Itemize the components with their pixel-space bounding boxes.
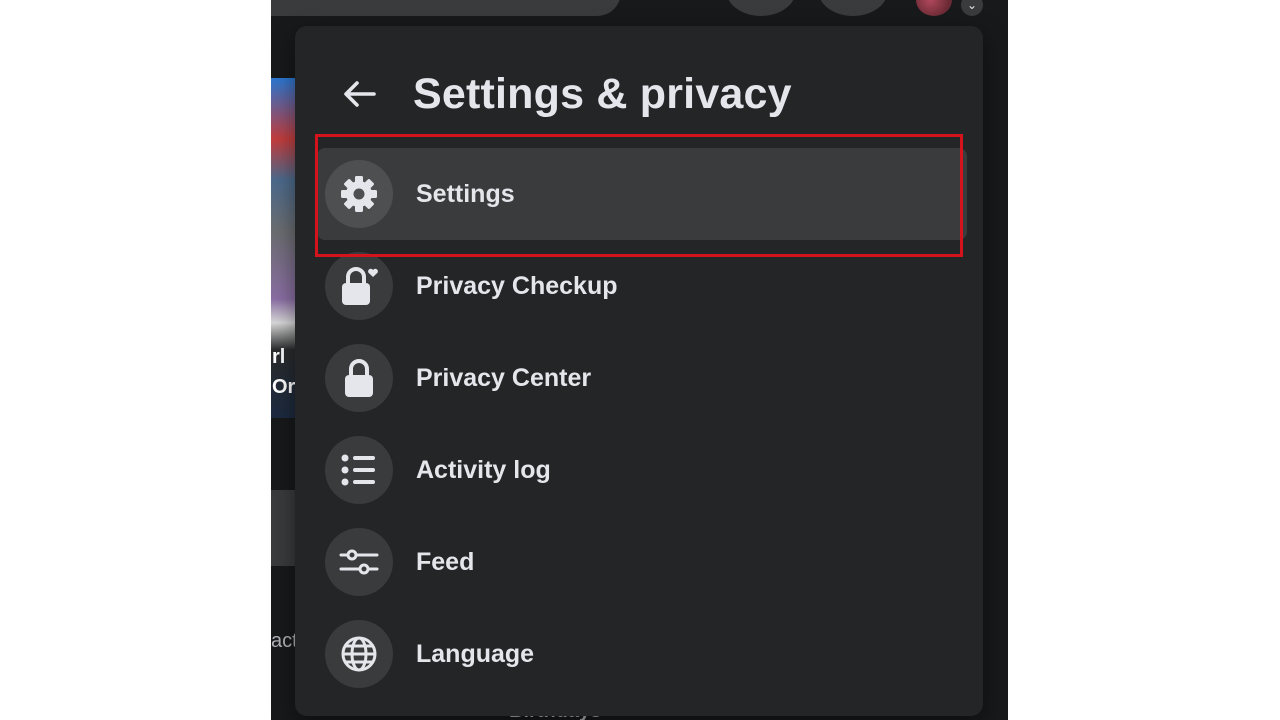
chevron-down-icon[interactable]: ⌄: [961, 0, 983, 16]
list-icon-circle: [325, 436, 393, 504]
settings-privacy-menu: Settings & privacy Settings Privacy Chec…: [295, 26, 983, 716]
menu-item-settings[interactable]: Settings: [317, 148, 967, 240]
menu-item-privacy-center[interactable]: Privacy Center: [317, 332, 967, 424]
page-title: Settings & privacy: [413, 70, 792, 118]
menu-item-label: Activity log: [416, 456, 551, 484]
header-icon-button[interactable]: [726, 0, 796, 16]
search-bar[interactable]: [271, 0, 621, 16]
background-text: act: [271, 630, 297, 652]
globe-icon: [341, 636, 377, 672]
menu-item-activity-log[interactable]: Activity log: [317, 424, 967, 516]
lock-icon: [345, 359, 373, 397]
menu-header: Settings & privacy: [295, 66, 983, 122]
menu-item-label: Privacy Center: [416, 364, 592, 392]
menu-item-label: Settings: [416, 180, 515, 208]
gear-icon: [341, 176, 377, 212]
menu-item-feed[interactable]: Feed: [317, 516, 967, 608]
header-icon-button[interactable]: [818, 0, 888, 16]
back-button[interactable]: [335, 70, 383, 118]
menu-item-language[interactable]: Language: [317, 608, 967, 700]
lock-heart-icon-circle: [325, 252, 393, 320]
menu-item-label: Feed: [416, 548, 475, 576]
sliders-icon-circle: [325, 528, 393, 596]
menu-item-label: Privacy Checkup: [416, 272, 618, 300]
lock-heart-icon: [342, 267, 378, 305]
story-caption: Or: [272, 376, 296, 398]
arrow-left-icon: [344, 81, 376, 107]
menu-item-privacy-checkup[interactable]: Privacy Checkup: [317, 240, 967, 332]
background-card: [271, 490, 295, 566]
avatar[interactable]: [916, 0, 952, 16]
gear-icon-circle: [325, 160, 393, 228]
story-caption: rl: [272, 346, 286, 368]
lock-icon-circle: [325, 344, 393, 412]
sliders-icon: [339, 549, 379, 575]
globe-icon-circle: [325, 620, 393, 688]
menu-item-label: Language: [416, 640, 535, 668]
list-icon: [341, 454, 375, 486]
